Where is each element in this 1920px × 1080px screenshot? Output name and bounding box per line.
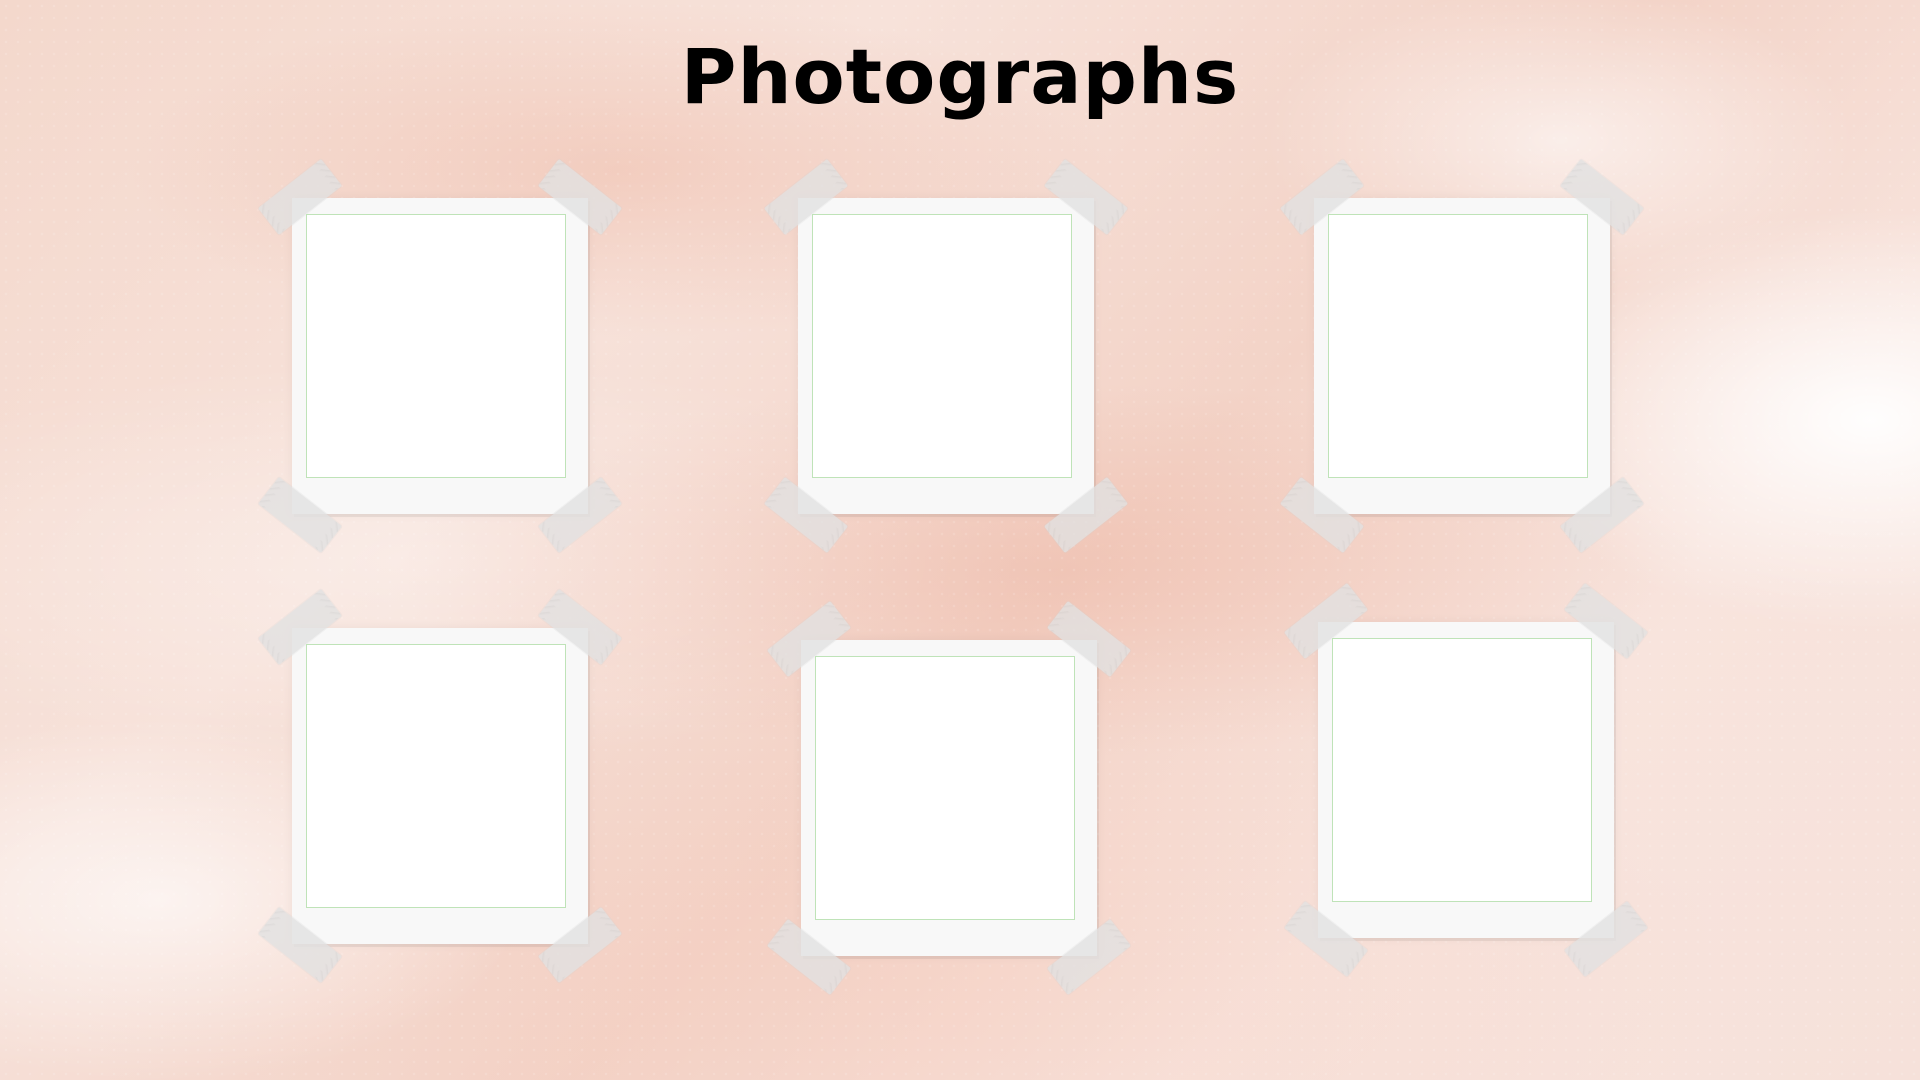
- photo-frame-4: [258, 588, 622, 984]
- photo-frame-2: [764, 158, 1128, 554]
- page-title: Photographs: [680, 32, 1240, 121]
- photo-placeholder[interactable]: [812, 214, 1072, 478]
- photo-frame-3: [1280, 158, 1644, 554]
- photo-frame-6: [1284, 582, 1648, 978]
- photo-placeholder[interactable]: [815, 656, 1075, 920]
- photo-frame-5: [767, 600, 1131, 996]
- photo-placeholder[interactable]: [1332, 638, 1592, 902]
- photo-placeholder[interactable]: [306, 644, 566, 908]
- photo-placeholder[interactable]: [306, 214, 566, 478]
- photo-frame-1: [258, 158, 622, 554]
- photo-placeholder[interactable]: [1328, 214, 1588, 478]
